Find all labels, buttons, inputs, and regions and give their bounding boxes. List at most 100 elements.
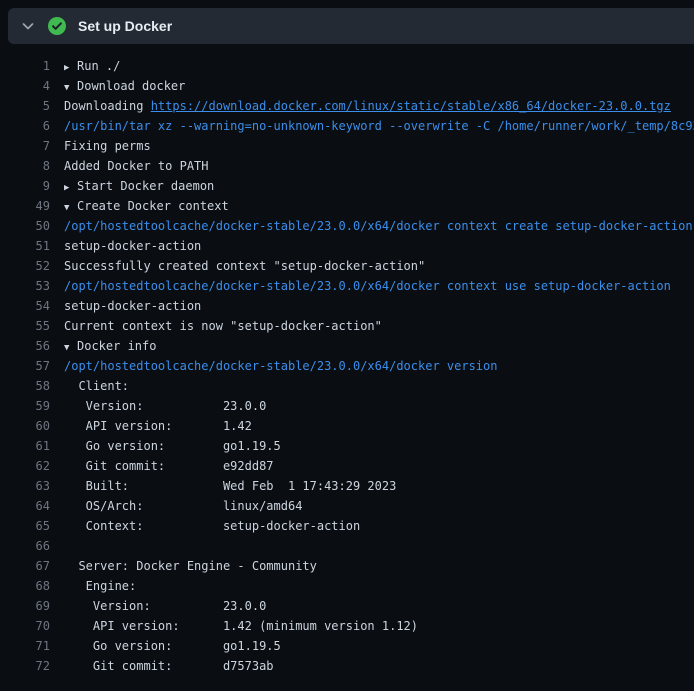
line-number[interactable]: 71	[0, 636, 50, 656]
log-text-segment: API version: 1.42 (minimum version 1.12)	[64, 619, 418, 633]
log-line: 64 OS/Arch: linux/amd64	[0, 496, 694, 516]
log-text-segment: Fixing perms	[64, 139, 151, 153]
log-line: 5 Downloading https://download.docker.com…	[0, 96, 694, 116]
line-number[interactable]: 55	[0, 316, 50, 336]
log-line: 60 API version: 1.42	[0, 416, 694, 436]
log-text: Successfully created context "setup-dock…	[64, 256, 694, 276]
line-number[interactable]: 5	[0, 96, 50, 116]
line-number[interactable]: 8	[0, 156, 50, 176]
log-text: Git commit: d7573ab	[64, 656, 694, 676]
line-number[interactable]: 56	[0, 336, 50, 356]
line-number[interactable]: 54	[0, 296, 50, 316]
chevron-down-icon[interactable]	[20, 18, 36, 34]
log-line: 8Added Docker to PATH	[0, 156, 694, 176]
line-number[interactable]: 60	[0, 416, 50, 436]
log-text-segment: Client:	[64, 379, 129, 393]
log-text: /opt/hostedtoolcache/docker-stable/23.0.…	[64, 216, 694, 236]
group-title: Run ./	[77, 59, 120, 73]
log-line: 6/usr/bin/tar xz --warning=no-unknown-ke…	[0, 116, 694, 136]
group-title: Start Docker daemon	[77, 179, 214, 193]
group-title: Docker info	[77, 339, 156, 353]
log-link[interactable]: https://download.docker.com/linux/static…	[151, 99, 671, 113]
line-number[interactable]: 50	[0, 216, 50, 236]
log-line: 9 ▶Start Docker daemon	[0, 176, 694, 196]
line-number[interactable]: 52	[0, 256, 50, 276]
line-number[interactable]: 70	[0, 616, 50, 636]
log-text-segment: setup-docker-action	[64, 299, 201, 313]
group-title: Download docker	[77, 79, 185, 93]
group-toggle[interactable]: ▼Create Docker context	[64, 196, 694, 216]
log-text: Downloading https://download.docker.com/…	[64, 96, 694, 116]
triangle-down-icon[interactable]: ▼	[64, 78, 77, 96]
line-number[interactable]: 72	[0, 656, 50, 676]
line-number[interactable]: 63	[0, 476, 50, 496]
line-number[interactable]: 59	[0, 396, 50, 416]
line-number[interactable]: 1	[0, 56, 50, 76]
line-number[interactable]: 57	[0, 356, 50, 376]
log-text-segment: /usr/bin/tar xz --warning=no-unknown-key…	[64, 119, 694, 133]
group-title: Create Docker context	[77, 199, 229, 213]
line-number[interactable]: 69	[0, 596, 50, 616]
group-toggle[interactable]: ▼Docker info	[64, 336, 694, 356]
log-line: 62 Git commit: e92dd87	[0, 456, 694, 476]
line-number[interactable]: 51	[0, 236, 50, 256]
log-text: Current context is now "setup-docker-act…	[64, 316, 694, 336]
log-line: 63 Built: Wed Feb 1 17:43:29 2023	[0, 476, 694, 496]
log-text-segment: OS/Arch: linux/amd64	[64, 499, 302, 513]
line-number[interactable]: 6	[0, 116, 50, 136]
line-number[interactable]: 66	[0, 536, 50, 556]
line-number[interactable]: 67	[0, 556, 50, 576]
group-toggle[interactable]: ▶Start Docker daemon	[64, 176, 694, 196]
triangle-down-icon[interactable]: ▼	[64, 198, 77, 216]
line-number[interactable]: 49	[0, 196, 50, 216]
log-text: Context: setup-docker-action	[64, 516, 694, 536]
log-line: 59 Version: 23.0.0	[0, 396, 694, 416]
actions-log-viewer: Set up Docker 1▶Run ./4▼Download docker5…	[0, 8, 694, 684]
log-line: 65 Context: setup-docker-action	[0, 516, 694, 536]
log-line: 72 Git commit: d7573ab	[0, 656, 694, 676]
log-text-segment: Context: setup-docker-action	[64, 519, 360, 533]
log-text-segment: Git commit: d7573ab	[64, 659, 274, 673]
log-line: 61 Go version: go1.19.5	[0, 436, 694, 456]
log-text: /opt/hostedtoolcache/docker-stable/23.0.…	[64, 356, 694, 376]
log-text-segment: Downloading	[64, 99, 151, 113]
group-toggle[interactable]: ▼Download docker	[64, 76, 694, 96]
triangle-right-icon[interactable]: ▶	[64, 178, 77, 196]
log-text: Fixing perms	[64, 136, 694, 156]
log-text-segment: Version: 23.0.0	[64, 399, 266, 413]
line-number[interactable]: 68	[0, 576, 50, 596]
log-text-segment: Version: 23.0.0	[64, 599, 266, 613]
group-toggle[interactable]: ▶Run ./	[64, 56, 694, 76]
step-title: Set up Docker	[78, 18, 172, 34]
log-text-segment: Successfully created context "setup-dock…	[64, 259, 425, 273]
log-line: 70 API version: 1.42 (minimum version 1.…	[0, 616, 694, 636]
log-line: 69 Version: 23.0.0	[0, 596, 694, 616]
log-line: 67 Server: Docker Engine - Community	[0, 556, 694, 576]
log-line: 50/opt/hostedtoolcache/docker-stable/23.…	[0, 216, 694, 236]
step-header[interactable]: Set up Docker	[8, 8, 694, 44]
line-number[interactable]: 53	[0, 276, 50, 296]
log-text-segment: Current context is now "setup-docker-act…	[64, 319, 382, 333]
line-number[interactable]: 65	[0, 516, 50, 536]
line-number[interactable]: 62	[0, 456, 50, 476]
log-text: Git commit: e92dd87	[64, 456, 694, 476]
log-text: /usr/bin/tar xz --warning=no-unknown-key…	[64, 116, 694, 136]
log-line: 57/opt/hostedtoolcache/docker-stable/23.…	[0, 356, 694, 376]
line-number[interactable]: 61	[0, 436, 50, 456]
log-text: Go version: go1.19.5	[64, 636, 694, 656]
line-number[interactable]: 7	[0, 136, 50, 156]
log-line: 4 ▼Download docker	[0, 76, 694, 96]
triangle-down-icon[interactable]: ▼	[64, 338, 77, 356]
log-line: 58 Client:	[0, 376, 694, 396]
triangle-right-icon[interactable]: ▶	[64, 58, 77, 76]
log-text: Go version: go1.19.5	[64, 436, 694, 456]
log-text: setup-docker-action	[64, 296, 694, 316]
line-number[interactable]: 58	[0, 376, 50, 396]
log-line: 7 Fixing perms	[0, 136, 694, 156]
line-number[interactable]: 4	[0, 76, 50, 96]
log-text-segment: /opt/hostedtoolcache/docker-stable/23.0.…	[64, 279, 671, 293]
success-check-icon	[48, 17, 66, 35]
log-text: setup-docker-action	[64, 236, 694, 256]
line-number[interactable]: 9	[0, 176, 50, 196]
line-number[interactable]: 64	[0, 496, 50, 516]
